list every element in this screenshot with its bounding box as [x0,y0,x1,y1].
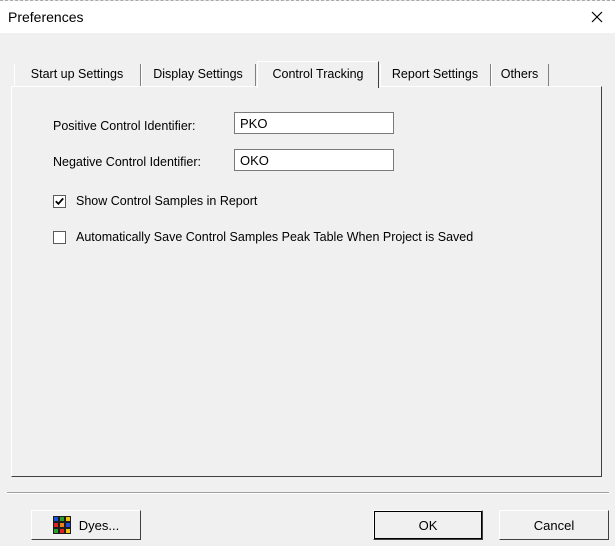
tab-label: Start up Settings [30,67,124,81]
negative-control-input[interactable] [234,149,394,171]
cancel-button[interactable]: Cancel [499,510,609,540]
negative-control-label: Negative Control Identifier: [53,155,201,169]
close-icon [591,11,603,23]
checkmark-icon [55,197,64,205]
cancel-label: Cancel [533,517,575,533]
show-control-samples-label: Show Control Samples in Report [76,194,258,208]
show-control-samples-row[interactable]: Show Control Samples in Report [53,194,257,208]
tab-label: Control Tracking [272,67,364,81]
tab-label: Others [500,67,539,81]
auto-save-label: Automatically Save Control Samples Peak … [76,230,474,244]
dyes-button[interactable]: Dyes... [31,510,141,540]
tab-start-up-settings[interactable]: Start up Settings [14,64,141,86]
tab-control-tracking[interactable]: Control Tracking [257,61,379,88]
preferences-dialog: Preferences Start up Settings Display Se… [0,0,615,546]
tab-label: Report Settings [391,67,479,81]
dyes-grid-icon [52,516,71,534]
control-tracking-panel [11,86,602,477]
positive-control-input[interactable] [234,112,394,134]
auto-save-checkbox[interactable] [53,230,66,244]
positive-control-label: Positive Control Identifier: [53,119,196,133]
tab-label: Display Settings [153,67,243,81]
tab-others[interactable]: Others [491,64,549,86]
tab-report-settings[interactable]: Report Settings [380,64,491,86]
auto-save-row[interactable]: Automatically Save Control Samples Peak … [53,230,473,244]
title-bar: Preferences [0,1,615,33]
show-control-samples-checkbox[interactable] [53,194,66,208]
ok-button[interactable]: OK [373,510,483,540]
ok-label: OK [418,517,438,533]
footer-separator [7,492,609,494]
tab-display-settings[interactable]: Display Settings [141,64,256,86]
dyes-label: Dyes... [78,517,120,533]
window-title: Preferences [8,9,84,25]
close-button[interactable] [579,1,615,33]
tab-strip: Start up Settings Display Settings Contr… [14,61,604,88]
